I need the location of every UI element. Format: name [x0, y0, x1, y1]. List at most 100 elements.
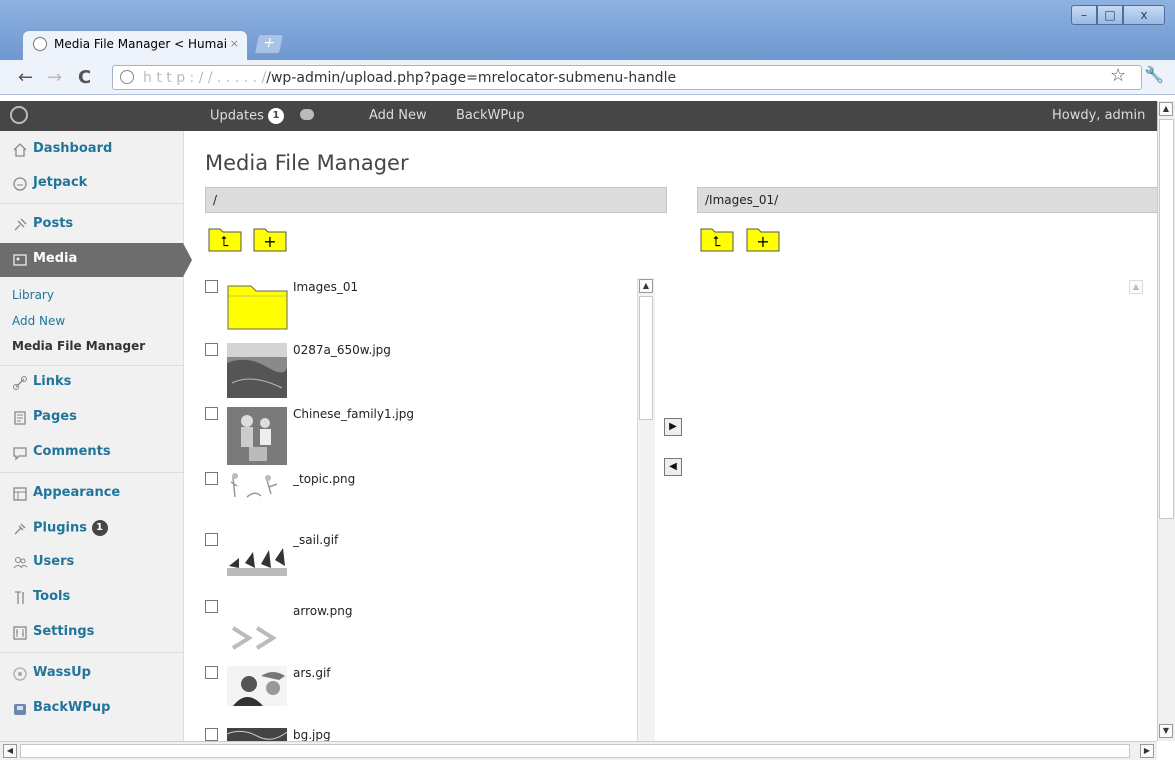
- add-new-link[interactable]: Add New: [369, 108, 427, 123]
- item-name[interactable]: Images_01: [293, 280, 358, 294]
- forward-icon[interactable]: →: [47, 67, 62, 88]
- menu-settings[interactable]: Settings: [0, 616, 183, 650]
- scroll-up-icon[interactable]: ▲: [1129, 280, 1143, 294]
- list-item[interactable]: bg.jpg: [205, 728, 625, 741]
- menu-jetpack[interactable]: Jetpack: [0, 167, 183, 201]
- menu-wassup[interactable]: WassUp: [0, 657, 183, 691]
- page-scroll-down-icon[interactable]: ▼: [1159, 724, 1173, 738]
- maximize-button[interactable]: □: [1097, 5, 1123, 25]
- left-path-bar: /: [205, 187, 667, 213]
- item-checkbox[interactable]: [205, 600, 218, 613]
- pages-icon: [12, 410, 28, 426]
- left-list-scrollbar[interactable]: ▲: [637, 278, 655, 741]
- menu-pages[interactable]: Pages: [0, 401, 183, 435]
- page-scroll-up-icon[interactable]: ▲: [1159, 102, 1173, 116]
- menu-label: Tools: [33, 589, 71, 604]
- item-checkbox[interactable]: [205, 280, 218, 293]
- settings-icon: [12, 625, 28, 641]
- home-icon: [12, 142, 28, 158]
- new-tab-button[interactable]: +: [253, 34, 285, 54]
- item-name[interactable]: 0287a_650w.jpg: [293, 343, 391, 357]
- item-checkbox[interactable]: [205, 472, 218, 485]
- horizontal-scrollbar[interactable]: ◀ ▶: [0, 741, 1157, 760]
- list-item[interactable]: Chinese_family1.jpg: [205, 407, 625, 467]
- left-up-folder-button[interactable]: ⮤: [208, 222, 242, 252]
- menu-dashboard[interactable]: Dashboard: [0, 133, 183, 167]
- item-name[interactable]: Chinese_family1.jpg: [293, 407, 414, 421]
- menu-users[interactable]: Users: [0, 546, 183, 580]
- folder-icon: [227, 280, 288, 335]
- menu-label: Dashboard: [33, 141, 113, 156]
- menu-appearance[interactable]: Appearance: [0, 477, 183, 511]
- item-checkbox[interactable]: [205, 407, 218, 420]
- wassup-icon: [12, 666, 28, 682]
- scroll-right-icon[interactable]: ▶: [1140, 744, 1154, 758]
- menu-label: Posts: [33, 216, 74, 231]
- menu-backwpup[interactable]: BackWPup: [0, 692, 183, 726]
- list-item[interactable]: _sail.gif: [205, 533, 625, 593]
- submenu-add-new[interactable]: Add New: [12, 314, 65, 328]
- image-thumbnail: [227, 343, 287, 398]
- menu-separator: [0, 652, 183, 653]
- menu-posts[interactable]: Posts: [0, 208, 183, 242]
- item-checkbox[interactable]: [205, 728, 218, 741]
- item-name[interactable]: ars.gif: [293, 666, 331, 680]
- submenu-media-file-manager[interactable]: Media File Manager: [12, 339, 145, 353]
- right-new-folder-button[interactable]: +: [746, 222, 780, 252]
- menu-label: Pages: [33, 409, 77, 424]
- menu-separator: [0, 203, 183, 204]
- close-window-button[interactable]: x: [1123, 5, 1165, 25]
- wrench-icon[interactable]: 🔧: [1144, 65, 1164, 84]
- menu-label: Users: [33, 554, 75, 569]
- item-checkbox[interactable]: [205, 343, 218, 356]
- item-checkbox[interactable]: [205, 666, 218, 679]
- submenu-library[interactable]: Library: [12, 288, 54, 302]
- page-scroll-thumb[interactable]: [1159, 119, 1174, 519]
- bookmark-star-icon[interactable]: ☆: [1110, 65, 1126, 86]
- menu-label: Media: [33, 251, 78, 266]
- list-item[interactable]: Images_01: [205, 280, 625, 340]
- active-menu-arrow: [183, 243, 192, 277]
- menu-links[interactable]: Links: [0, 366, 183, 400]
- page-scrollbar[interactable]: ▲ ▼: [1157, 101, 1175, 741]
- item-checkbox[interactable]: [205, 533, 218, 546]
- menu-plugins[interactable]: Plugins 1: [0, 512, 183, 546]
- list-item[interactable]: _topic.png: [205, 472, 625, 532]
- list-item[interactable]: arrow.png: [205, 600, 625, 660]
- image-thumbnail: [227, 407, 287, 465]
- left-new-folder-button[interactable]: +: [253, 222, 287, 252]
- scroll-left-icon[interactable]: ◀: [3, 744, 17, 758]
- item-name[interactable]: _sail.gif: [293, 533, 338, 547]
- menu-media[interactable]: Media: [0, 243, 183, 277]
- jetpack-icon: [12, 176, 28, 192]
- tab-close-icon[interactable]: ×: [230, 37, 239, 50]
- up-arrow-icon: ⮤: [221, 234, 229, 250]
- browser-tab[interactable]: Media File Manager < Humai ×: [22, 30, 248, 60]
- wordpress-logo-icon[interactable]: [10, 106, 28, 124]
- arrow-image-thumbnail: [227, 610, 287, 665]
- updates-link[interactable]: Updates 1: [210, 108, 284, 124]
- move-left-button[interactable]: ◀: [664, 458, 682, 476]
- howdy-user-link[interactable]: Howdy, admin: [1052, 108, 1145, 123]
- right-list-scrollbar[interactable]: ▲: [1128, 280, 1144, 741]
- scroll-up-icon[interactable]: ▲: [639, 279, 653, 293]
- backwpup-link[interactable]: BackWPup: [456, 108, 525, 123]
- list-item[interactable]: 0287a_650w.jpg: [205, 343, 625, 403]
- back-icon[interactable]: ←: [18, 67, 33, 88]
- item-name[interactable]: bg.jpg: [293, 728, 331, 741]
- comments-bubble-icon[interactable]: [300, 109, 314, 120]
- item-name[interactable]: arrow.png: [293, 604, 352, 618]
- url-path: /wp-admin/upload.php?page=mrelocator-sub…: [266, 70, 677, 86]
- item-name[interactable]: _topic.png: [293, 472, 355, 486]
- scroll-thumb[interactable]: [639, 296, 653, 420]
- menu-comments[interactable]: Comments: [0, 436, 183, 470]
- horizontal-scroll-thumb[interactable]: [20, 744, 1130, 758]
- list-item[interactable]: ars.gif: [205, 666, 625, 726]
- menu-tools[interactable]: Tools: [0, 581, 183, 615]
- tools-icon: [12, 590, 28, 606]
- move-right-button[interactable]: ▶: [664, 418, 682, 436]
- right-up-folder-button[interactable]: ⮤: [700, 222, 734, 252]
- minimize-button[interactable]: –: [1071, 5, 1097, 25]
- address-bar[interactable]: h t t p : / / . . . . . //wp-admin/uploa…: [112, 65, 1142, 90]
- reload-icon[interactable]: C: [78, 67, 91, 88]
